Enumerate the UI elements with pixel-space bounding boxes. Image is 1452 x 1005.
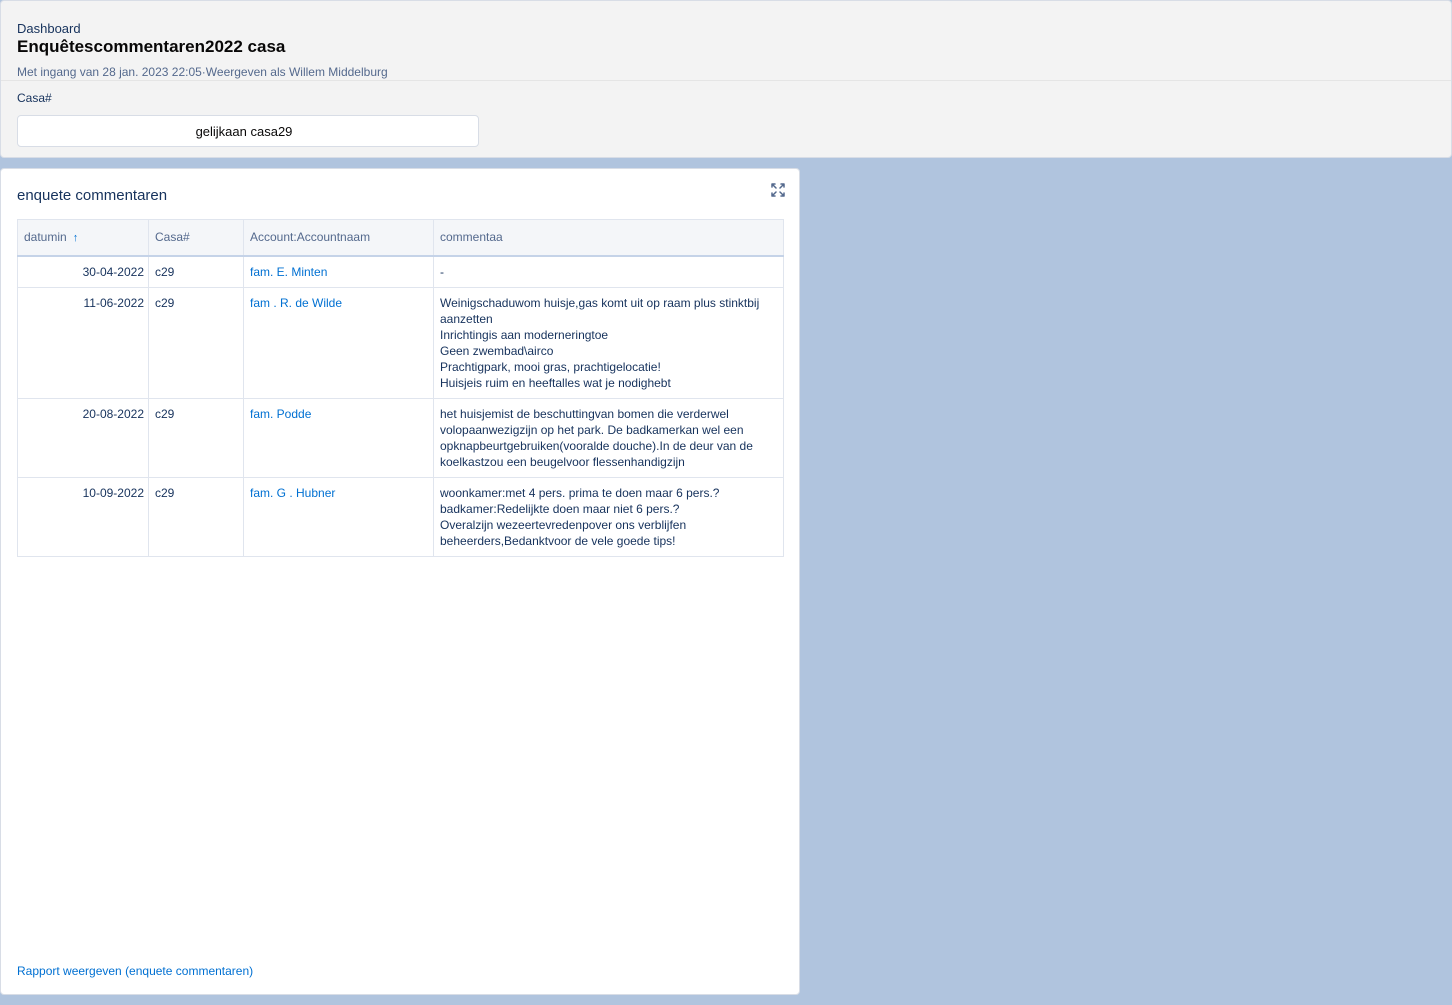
view-report-link[interactable]: Rapport weergeven (enquete commentaren) — [17, 964, 253, 978]
expand-icon[interactable] — [771, 183, 785, 197]
cell-casa: c29 — [148, 477, 244, 557]
column-header-datumin[interactable]: datumin ↑ — [17, 219, 149, 257]
cell-account: fam. Podde — [243, 398, 434, 478]
table-header-row: datumin ↑ Casa# Account:Accountnaam comme… — [17, 219, 784, 257]
account-link[interactable]: fam. G . Hubner — [250, 486, 335, 500]
cell-date: 20-08-2022 — [17, 398, 149, 478]
comment-line: - — [440, 264, 444, 279]
cell-comment: het huisjemist de beschuttingvan bomen d… — [433, 398, 784, 478]
column-header-account[interactable]: Account:Accountnaam — [243, 219, 434, 257]
comment-line: Geen zwembad\airco — [440, 343, 554, 358]
cell-account: fam. E. Minten — [243, 255, 434, 288]
comment-line: woonkamer:met 4 pers. prima te doen maar… — [440, 485, 720, 500]
cell-date: 11-06-2022 — [17, 287, 149, 399]
cell-comment: - — [433, 255, 784, 288]
report-card: enquete commentaren datumin ↑ Casa# Accou… — [0, 168, 800, 995]
table-row: 11-06-2022 c29 fam . R. de Wilde Weinigscha… — [17, 287, 784, 399]
comment-line: Huisjeis ruim en heeftalles wat je nodig… — [440, 375, 671, 390]
column-header-casa[interactable]: Casa# — [148, 219, 244, 257]
dashboard-subtitle: Met ingang van 28 jan. 2023 22:05·Weerge… — [17, 65, 388, 79]
header-eyebrow: Dashboard — [17, 21, 81, 36]
cell-comment: woonkamer:met 4 pers. prima te doen maar… — [433, 477, 784, 557]
cell-date: 30-04-2022 — [17, 255, 149, 288]
cell-casa: c29 — [148, 287, 244, 399]
cell-account: fam. G . Hubner — [243, 477, 434, 557]
comment-line: Prachtigpark, mooi gras, prachtigelocati… — [440, 359, 661, 374]
comment-line: badkamer:Redelijkte doen maar niet 6 per… — [440, 501, 680, 516]
table-row: 10-09-2022 c29 fam. G . Hubner woonkamer:me… — [17, 477, 784, 557]
account-link[interactable]: fam. E. Minten — [250, 265, 327, 279]
comment-line: Inrichtingis aan moderneringtoe — [440, 327, 609, 342]
card-title: enquete commentaren — [17, 187, 168, 204]
dashboard-title: Enquêtescommentaren2022 casa — [17, 37, 286, 56]
account-link[interactable]: fam . R. de Wilde — [250, 296, 342, 310]
cell-date: 10-09-2022 — [17, 477, 149, 557]
cell-casa: c29 — [148, 255, 244, 288]
comment-line: het huisjemist de beschuttingvan bomen d… — [440, 406, 753, 469]
cell-comment: Weinigschaduwom huisje,gas komt uit op r… — [433, 287, 784, 399]
dashboard-header: Dashboard Enquêtescommentaren2022 casa M… — [0, 0, 1452, 158]
column-header-commentaar[interactable]: commentaa — [433, 219, 784, 257]
cell-casa: c29 — [148, 398, 244, 478]
comment-line: Weinigschaduwom huisje,gas komt uit op r… — [440, 295, 760, 326]
arrow-up-icon: ↑ — [72, 232, 79, 245]
comments-table: datumin ↑ Casa# Account:Accountnaam comme… — [17, 219, 784, 557]
filter-value: gelijkaan casa29 — [195, 123, 293, 139]
casa-filter-button[interactable]: gelijkaan casa29 — [17, 115, 479, 147]
comment-line: Overalzijn wezeertevredenpover ons verbl… — [440, 517, 687, 548]
cell-account: fam . R. de Wilde — [243, 287, 434, 399]
table-row: 20-08-2022 c29 fam. Podde het huisjemist de… — [17, 398, 784, 478]
header-title-area: Dashboard Enquêtescommentaren2022 casa M… — [1, 1, 1451, 81]
table-row: 30-04-2022 c29 fam. E. Minten - — [17, 255, 784, 288]
filter-label: Casa# — [17, 91, 52, 105]
comments-table-wrap: datumin ↑ Casa# Account:Accountnaam comme… — [17, 219, 784, 557]
account-link[interactable]: fam. Podde — [250, 407, 311, 421]
table-body: 30-04-2022 c29 fam. E. Minten -11-06-2022 c2… — [17, 255, 784, 557]
